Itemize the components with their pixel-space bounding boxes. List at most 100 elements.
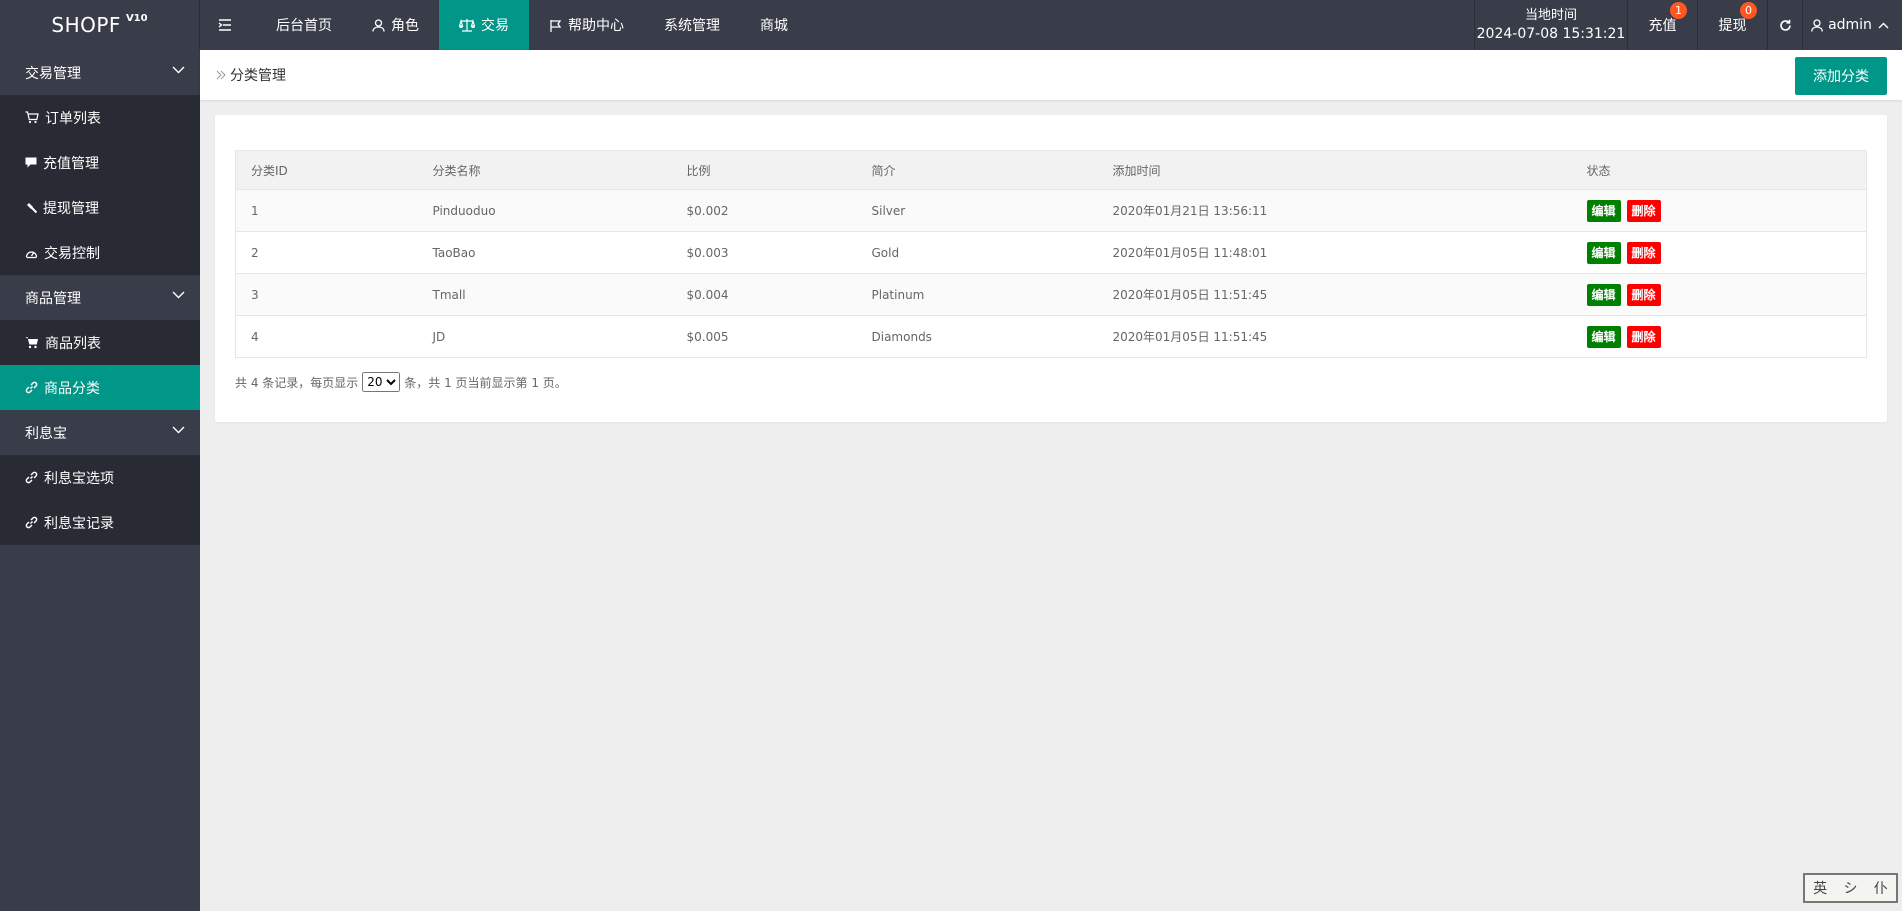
sidebar-item-label: 提现管理 xyxy=(43,200,99,217)
nav-trade-label: 交易 xyxy=(481,18,509,34)
recharge-label: 充值 xyxy=(1648,18,1677,34)
nav-mall-label: 商城 xyxy=(760,18,788,34)
cell-id: 2 xyxy=(235,231,418,274)
user-icon xyxy=(372,18,385,32)
delete-button[interactable]: 删除 xyxy=(1626,241,1661,264)
nav-role[interactable]: 角色 xyxy=(352,0,439,50)
cell-actions: 编辑 删除 xyxy=(1571,273,1867,316)
user-menu[interactable]: admin xyxy=(1802,0,1902,50)
cell-ratio: $0.002 xyxy=(671,189,857,232)
cell-id: 1 xyxy=(235,189,418,232)
chevron-down-icon xyxy=(172,66,185,74)
sidebar-item-interest-options[interactable]: 利息宝选项 xyxy=(0,455,200,500)
column-header: 分类ID xyxy=(235,150,418,190)
page-size-select[interactable]: 20 xyxy=(362,372,401,392)
sidebar-item-withdraw[interactable]: 提现管理 xyxy=(0,185,200,230)
sidebar-item-goods-category[interactable]: 商品分类 xyxy=(0,365,200,410)
sidebar-item-label: 订单列表 xyxy=(45,110,101,127)
cell-name: Pinduoduo xyxy=(417,189,672,232)
logo: SHOPF V10 xyxy=(0,0,200,50)
delete-button[interactable]: 删除 xyxy=(1626,325,1661,348)
edit-button[interactable]: 编辑 xyxy=(1586,199,1621,222)
double-chevron-right-icon xyxy=(216,70,226,80)
table-row: 2 TaoBao $0.003 Gold 2020年01月05日 11:48:0… xyxy=(235,231,1867,274)
cell-name: TaoBao xyxy=(417,231,672,274)
edit-button[interactable]: 编辑 xyxy=(1586,283,1621,306)
nav-system-label: 系统管理 xyxy=(664,18,720,34)
cell-intro: Platinum xyxy=(856,273,1098,316)
ime-settings[interactable]: 仆 xyxy=(1874,878,1888,898)
sidebar-item-trade-control[interactable]: 交易控制 xyxy=(0,230,200,275)
cell-actions: 编辑 删除 xyxy=(1571,189,1867,232)
sidebar-item-goods-list[interactable]: 商品列表 xyxy=(0,320,200,365)
local-time-label: 当地时间 xyxy=(1524,8,1577,23)
cell-id: 4 xyxy=(235,315,418,358)
breadcrumb: 分类管理 添加分类 xyxy=(200,50,1902,100)
sidebar-item-interest-records[interactable]: 利息宝记录 xyxy=(0,500,200,545)
column-header: 状态 xyxy=(1571,150,1867,190)
delete-button[interactable]: 删除 xyxy=(1626,199,1661,222)
edit-button[interactable]: 编辑 xyxy=(1586,325,1621,348)
column-header: 简介 xyxy=(856,150,1098,190)
withdraw-badge: 0 xyxy=(1740,2,1757,19)
sidebar-item-recharge[interactable]: 充值管理 xyxy=(0,140,200,185)
pager-suffix: 条，共 1 页当前显示第 1 页。 xyxy=(404,375,567,390)
user-name: admin xyxy=(1828,17,1872,33)
chevron-down-icon xyxy=(172,426,185,434)
breadcrumb-current: 分类管理 xyxy=(230,68,286,84)
menu-toggle-button[interactable] xyxy=(200,0,256,50)
cell-id: 3 xyxy=(235,273,418,316)
sidebar: 交易管理 订单列表 充值管理 提现管理 交易控制 商品管理 商品列表 商品分类 … xyxy=(0,50,200,911)
refresh-icon xyxy=(1779,19,1791,31)
cell-name: JD xyxy=(417,315,672,358)
table-row: 4 JD $0.005 Diamonds 2020年01月05日 11:51:4… xyxy=(235,315,1867,358)
local-time: 当地时间 2024-07-08 15:31:21 xyxy=(1474,0,1627,50)
ime-toolbar[interactable]: 英 シ 仆 xyxy=(1803,873,1898,903)
withdraw-label: 提现 xyxy=(1718,18,1747,34)
ime-language-toggle[interactable]: 英 xyxy=(1813,878,1827,898)
refresh-button[interactable] xyxy=(1767,0,1802,50)
column-header: 添加时间 xyxy=(1097,150,1572,190)
sidebar-item-orders[interactable]: 订单列表 xyxy=(0,95,200,140)
table-row: 1 Pinduoduo $0.002 Silver 2020年01月21日 13… xyxy=(235,189,1867,232)
nav-mall[interactable]: 商城 xyxy=(740,0,808,50)
sidebar-item-label: 充值管理 xyxy=(43,155,99,172)
sidebar-group-label: 交易管理 xyxy=(25,65,81,82)
top-right-area: 当地时间 2024-07-08 15:31:21 充值 1 提现 0 admin xyxy=(1474,0,1902,50)
scale-icon xyxy=(459,18,475,32)
sidebar-group-trade[interactable]: 交易管理 xyxy=(0,50,200,95)
cell-ratio: $0.003 xyxy=(671,231,857,274)
cell-time: 2020年01月21日 13:56:11 xyxy=(1097,189,1572,232)
recharge-button[interactable]: 充值 1 xyxy=(1627,0,1697,50)
link-icon xyxy=(25,471,38,484)
sidebar-group-goods[interactable]: 商品管理 xyxy=(0,275,200,320)
cell-time: 2020年01月05日 11:51:45 xyxy=(1097,315,1572,358)
sidebar-group-interest[interactable]: 利息宝 xyxy=(0,410,200,455)
flag-icon xyxy=(550,19,562,32)
cell-actions: 编辑 删除 xyxy=(1571,231,1867,274)
recharge-badge: 1 xyxy=(1670,2,1687,19)
top-nav: 后台首页 角色 交易 帮助中心 系统管理 商城 xyxy=(200,0,808,50)
brand-name: SHOPF xyxy=(51,13,121,37)
cart-icon xyxy=(25,337,38,349)
column-header: 比例 xyxy=(671,150,857,190)
add-category-button[interactable]: 添加分类 xyxy=(1795,57,1887,95)
nav-help[interactable]: 帮助中心 xyxy=(529,0,644,50)
nav-home[interactable]: 后台首页 xyxy=(256,0,352,50)
cell-actions: 编辑 删除 xyxy=(1571,315,1867,358)
link-icon xyxy=(25,516,38,529)
top-header: SHOPF V10 后台首页 角色 交易 帮助中心 系统管理 商城 当地时间 2… xyxy=(0,0,1902,50)
cell-name: Tmall xyxy=(417,273,672,316)
chevron-down-icon xyxy=(172,291,185,299)
nav-trade[interactable]: 交易 xyxy=(439,0,529,50)
nav-system[interactable]: 系统管理 xyxy=(644,0,740,50)
cell-ratio: $0.004 xyxy=(671,273,857,316)
cell-intro: Diamonds xyxy=(856,315,1098,358)
sidebar-item-label: 交易控制 xyxy=(44,245,100,262)
link-icon xyxy=(25,381,38,394)
withdraw-button[interactable]: 提现 0 xyxy=(1697,0,1767,50)
edit-button[interactable]: 编辑 xyxy=(1586,241,1621,264)
ime-punctuation-toggle[interactable]: シ xyxy=(1843,878,1857,898)
pager-prefix: 共 4 条记录，每页显示 xyxy=(235,375,359,390)
delete-button[interactable]: 删除 xyxy=(1626,283,1661,306)
